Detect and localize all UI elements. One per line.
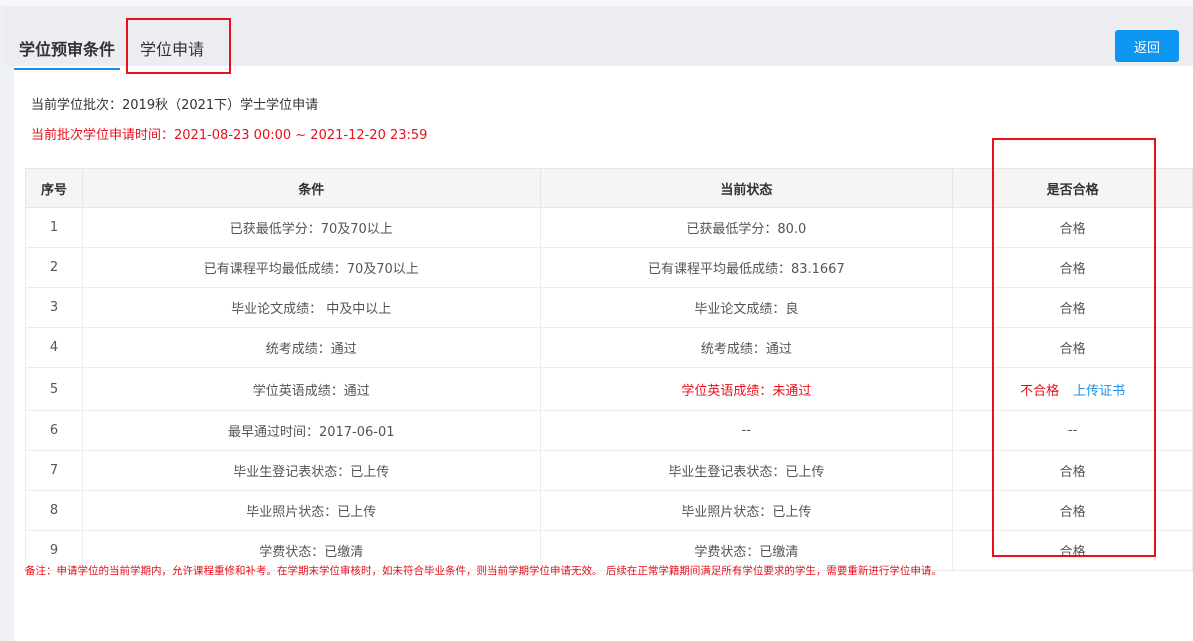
table-row: 1 已获最低学分：70及70以上 已获最低学分：80.0 合格 (25, 207, 1193, 248)
col-header-condition: 条件 (81, 168, 541, 208)
cell-status: 毕业生登记表状态：已上传 (539, 450, 954, 491)
cell-qualified: 合格 (952, 207, 1193, 248)
cell-qualified: 合格 (952, 327, 1193, 368)
cell-condition: 学位英语成绩：通过 (81, 367, 541, 411)
cell-qualified: 合格 (952, 490, 1193, 531)
cell-condition: 毕业照片状态：已上传 (81, 490, 541, 531)
cell-condition: 已获最低学分：70及70以上 (81, 207, 541, 248)
qualified-text: 不合格 (1020, 383, 1060, 399)
cell-qualified: 合格 (952, 247, 1193, 288)
table-row: 8 毕业照片状态：已上传 毕业照片状态：已上传 合格 (25, 490, 1193, 531)
cell-condition: 毕业生登记表状态：已上传 (81, 450, 541, 491)
back-button[interactable]: 返回 (1115, 30, 1179, 62)
cell-status: 统考成绩：通过 (539, 327, 954, 368)
cell-no: 6 (25, 410, 83, 451)
cell-condition: 统考成绩：通过 (81, 327, 541, 368)
table-row: 7 毕业生登记表状态：已上传 毕业生登记表状态：已上传 合格 (25, 450, 1193, 491)
cell-no: 8 (25, 490, 83, 531)
note: 备注：申请学位的当前学期内，允许课程重修和补考。在学期末学位审核时，如未符合毕业… (25, 565, 942, 577)
tab-degree-prereview[interactable]: 学位预审条件 (14, 36, 121, 70)
table-row: 5 学位英语成绩：通过 学位英语成绩：未通过 不合格 上传证书 (25, 367, 1193, 411)
conditions-table: 序号 条件 当前状态 是否合格 1 已获最低学分：70及70以上 已获最低学分：80… (25, 168, 1193, 571)
upload-certificate-link[interactable]: 上传证书 (1073, 384, 1125, 399)
col-header-qualified: 是否合格 (952, 168, 1193, 208)
cell-qualified: 不合格 上传证书 (952, 367, 1193, 411)
cell-status: 学位英语成绩：未通过 (539, 367, 954, 411)
table-row: 2 已有课程平均最低成绩：70及70以上 已有课程平均最低成绩：83.1667 合格 (25, 247, 1193, 288)
cell-status: 毕业论文成绩：良 (539, 287, 954, 328)
cell-qualified: 合格 (952, 530, 1193, 571)
cell-condition: 最早通过时间：2017-06-01 (81, 410, 541, 451)
cell-condition: 毕业论文成绩： 中及中以上 (81, 287, 541, 328)
current-batch: 当前学位批次：2019秋（2021下）学士学位申请 (31, 98, 319, 113)
cell-status: -- (539, 410, 954, 451)
cell-no: 7 (25, 450, 83, 491)
cell-qualified: 合格 (952, 287, 1193, 328)
table-row: 3 毕业论文成绩： 中及中以上 毕业论文成绩：良 合格 (25, 287, 1193, 328)
cell-status: 已有课程平均最低成绩：83.1667 (539, 247, 954, 288)
col-header-no: 序号 (25, 168, 83, 208)
cell-status: 毕业照片状态：已上传 (539, 490, 954, 531)
cell-qualified: 合格 (952, 450, 1193, 491)
cell-no: 5 (25, 367, 83, 411)
cell-no: 2 (25, 247, 83, 288)
cell-condition: 已有课程平均最低成绩：70及70以上 (81, 247, 541, 288)
cell-no: 1 (25, 207, 83, 248)
table-row: 6 最早通过时间：2017-06-01 -- -- (25, 410, 1193, 451)
tab-degree-application[interactable]: 学位申请 (140, 36, 204, 68)
cell-qualified: -- (952, 410, 1193, 451)
table-row: 4 统考成绩：通过 统考成绩：通过 合格 (25, 327, 1193, 368)
col-header-status: 当前状态 (539, 168, 954, 208)
cell-no: 3 (25, 287, 83, 328)
application-time: 当前批次学位申请时间：2021-08-23 00:00 ~ 2021-12-20… (31, 128, 428, 143)
cell-status: 已获最低学分：80.0 (539, 207, 954, 248)
cell-no: 4 (25, 327, 83, 368)
